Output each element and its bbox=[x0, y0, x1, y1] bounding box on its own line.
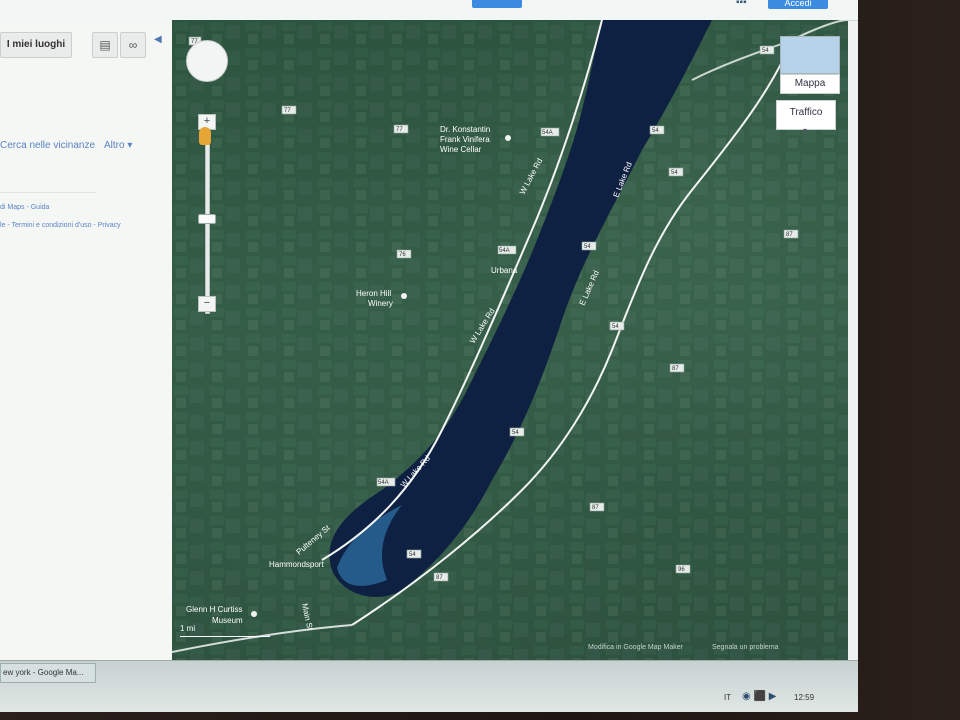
map-type-label[interactable]: Mappa bbox=[780, 74, 840, 94]
taskbar-clock[interactable]: 12:59 bbox=[794, 693, 814, 702]
signin-button[interactable]: Accedi bbox=[768, 0, 828, 9]
maps-help-links[interactable]: di Maps - Guida bbox=[0, 204, 49, 211]
svg-text:77: 77 bbox=[396, 127, 403, 133]
sidebar-divider bbox=[0, 192, 96, 193]
more-label: Altro bbox=[104, 140, 125, 151]
report-problem-link[interactable]: Segnala un problema bbox=[712, 644, 779, 651]
left-panel: I miei luoghi ▤ ∞ ◀ Cerca nelle vicinanz… bbox=[0, 20, 173, 660]
svg-text:54: 54 bbox=[409, 552, 416, 558]
taskbar-window-button[interactable]: ew york - Google Ma... bbox=[0, 663, 96, 683]
svg-text:76: 76 bbox=[399, 252, 406, 258]
map-scale-bar bbox=[180, 636, 270, 637]
traffic-label: Traffico bbox=[789, 107, 823, 118]
map-canvas[interactable]: 77 77 77 76 54A 54A 54A 54 54 54 54 54 5… bbox=[172, 20, 848, 660]
svg-text:54: 54 bbox=[584, 244, 591, 250]
place-label-hammondsport: Hammondsport bbox=[269, 560, 324, 569]
dropdown-caret-icon: ▾ bbox=[127, 140, 133, 151]
route-shield: 54 bbox=[509, 427, 525, 437]
more-dropdown[interactable]: Altro ▾ bbox=[104, 140, 132, 151]
google-header: ▪▪▪ Accedi bbox=[0, 0, 858, 21]
place-label-urbana: Urbana bbox=[491, 266, 518, 275]
route-shield: 54 bbox=[668, 167, 684, 177]
language-indicator[interactable]: IT bbox=[724, 693, 731, 702]
search-button[interactable] bbox=[472, 0, 522, 8]
svg-text:87: 87 bbox=[592, 505, 599, 511]
route-shield: 87 bbox=[669, 363, 685, 373]
poi-label: Frank Vinifera bbox=[440, 135, 490, 144]
poi-label: Winery bbox=[368, 299, 393, 308]
link-icon[interactable]: ∞ bbox=[120, 32, 146, 58]
traffic-button[interactable]: Traffico ▾ bbox=[776, 100, 836, 135]
browser-screen: ▪▪▪ Accedi I miei luoghi ▤ ∞ ◀ Cerca nel… bbox=[0, 0, 858, 712]
street-view-pegman-icon[interactable] bbox=[199, 127, 211, 145]
map-maker-link[interactable]: Modifica in Google Map Maker bbox=[588, 644, 683, 651]
svg-text:54A: 54A bbox=[499, 248, 510, 254]
svg-text:54: 54 bbox=[652, 128, 659, 134]
svg-text:54A: 54A bbox=[542, 130, 553, 136]
map-type-thumbnail[interactable] bbox=[780, 36, 840, 74]
route-shield: 54 bbox=[649, 125, 665, 135]
poi-label: Dr. Konstantin bbox=[440, 125, 490, 134]
svg-text:87: 87 bbox=[672, 366, 679, 372]
collapse-panel-icon[interactable]: ◀ bbox=[154, 34, 162, 45]
search-nearby-link[interactable]: Cerca nelle vicinanze bbox=[0, 140, 95, 151]
poi-label: Glenn H Curtiss bbox=[186, 605, 242, 614]
map-scale-label: 1 mi bbox=[180, 624, 196, 633]
svg-text:77: 77 bbox=[284, 108, 291, 114]
route-shield: 54A bbox=[540, 127, 560, 137]
tray-icons[interactable]: ◉ ⬛ ▶ bbox=[742, 691, 776, 702]
route-shield: 77 bbox=[393, 124, 409, 134]
route-shield: 87 bbox=[589, 502, 605, 512]
route-shield: 87 bbox=[783, 229, 799, 239]
route-shield: 77 bbox=[281, 105, 297, 115]
route-shield: 54 bbox=[759, 45, 775, 55]
satellite-map[interactable]: 77 77 77 76 54A 54A 54A 54 54 54 54 54 5… bbox=[172, 20, 848, 660]
my-places-button[interactable]: I miei luoghi bbox=[0, 32, 72, 58]
poi-label: Heron Hill bbox=[356, 289, 391, 298]
pan-control[interactable] bbox=[186, 40, 228, 82]
route-shield: 76 bbox=[396, 249, 412, 259]
poi-label: Museum bbox=[212, 616, 243, 625]
svg-text:96: 96 bbox=[678, 567, 685, 573]
svg-text:54: 54 bbox=[612, 324, 619, 330]
svg-text:54: 54 bbox=[762, 48, 769, 54]
route-shield: 54A bbox=[376, 477, 396, 487]
print-icon[interactable]: ▤ bbox=[92, 32, 118, 58]
poi-label: Wine Cellar bbox=[440, 145, 482, 154]
apps-grid-icon[interactable]: ▪▪▪ bbox=[736, 0, 750, 8]
svg-text:54: 54 bbox=[671, 170, 678, 176]
svg-text:54A: 54A bbox=[378, 480, 389, 486]
zoom-slider-handle[interactable] bbox=[198, 214, 216, 224]
chevron-down-icon: ▾ bbox=[803, 126, 808, 135]
svg-text:87: 87 bbox=[436, 575, 443, 581]
route-shield: 54A bbox=[497, 245, 517, 255]
svg-text:87: 87 bbox=[786, 232, 793, 238]
route-shield: 96 bbox=[675, 564, 691, 574]
taskbar: ew york - Google Ma... IT ◉ ⬛ ▶ 12:59 bbox=[0, 660, 858, 712]
zoom-out-button[interactable]: − bbox=[198, 296, 216, 312]
route-shield: 54 bbox=[406, 549, 422, 559]
route-shield: 54 bbox=[581, 241, 597, 251]
route-shield: 87 bbox=[433, 572, 449, 582]
terms-privacy-links[interactable]: le - Termini e condizioni d'uso - Privac… bbox=[0, 222, 121, 229]
route-shield: 54 bbox=[609, 321, 625, 331]
svg-text:54: 54 bbox=[512, 430, 519, 436]
